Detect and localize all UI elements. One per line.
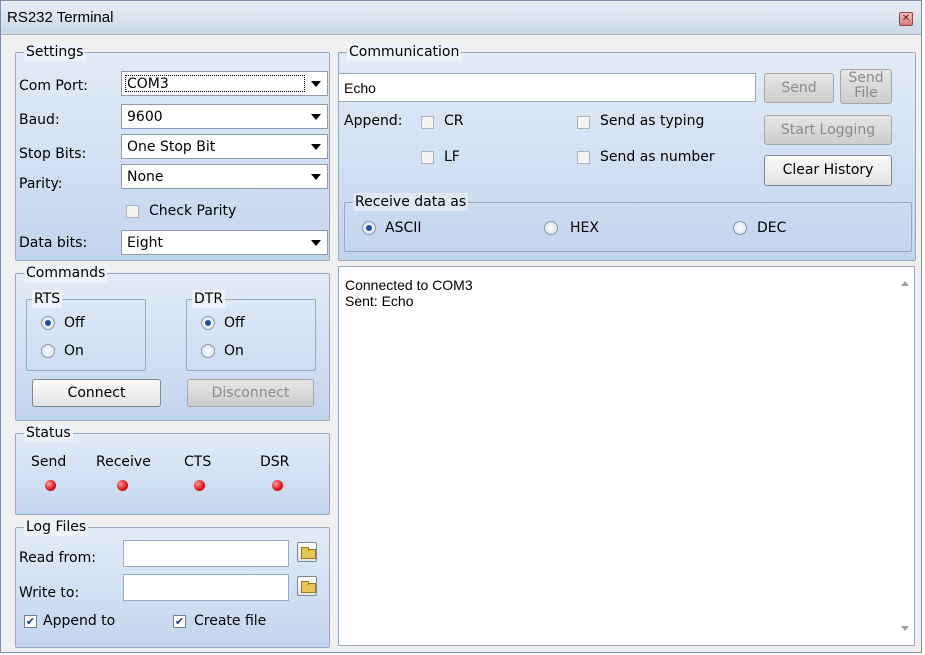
hex-label: HEX [570, 220, 599, 236]
rts-group-label: RTS [32, 290, 63, 308]
send-button[interactable]: Send [764, 73, 834, 103]
com-port-select[interactable]: COM3 [121, 71, 328, 96]
create-file-checkbox[interactable]: ✔ [173, 615, 186, 628]
rts-on-radio[interactable] [41, 344, 55, 358]
com-port-value: COM3 [127, 76, 169, 92]
dtr-on-label: On [224, 343, 244, 359]
communication-group-label: Communication [347, 43, 462, 61]
connect-button[interactable]: Connect [32, 379, 161, 407]
parity-label: Parity: [19, 176, 63, 192]
append-label: Append: [344, 113, 403, 129]
rts-on-label: On [64, 343, 84, 359]
send-file-label-line2: File [854, 85, 878, 101]
cts-led-icon [194, 480, 205, 491]
chevron-down-icon [311, 114, 321, 120]
stop-bits-select[interactable]: One Stop Bit [121, 134, 328, 159]
write-to-folder-icon[interactable] [297, 576, 317, 596]
com-port-label: Com Port: [19, 78, 88, 94]
data-bits-value: Eight [127, 235, 163, 251]
status-send-label: Send [31, 454, 67, 470]
dtr-on-radio[interactable] [201, 344, 215, 358]
dtr-off-label: Off [224, 315, 245, 331]
read-from-label: Read from: [19, 550, 96, 566]
message-input[interactable]: Echo [338, 73, 756, 102]
baud-label: Baud: [19, 112, 60, 128]
lf-checkbox[interactable] [421, 151, 434, 164]
lf-label: LF [444, 149, 460, 165]
scroll-up-icon[interactable] [901, 281, 909, 286]
clear-history-button[interactable]: Clear History [764, 155, 892, 186]
dtr-group-label: DTR [192, 290, 226, 308]
dec-radio[interactable] [733, 221, 747, 235]
chevron-down-icon [311, 144, 321, 150]
disconnect-button[interactable]: Disconnect [187, 379, 314, 407]
history-log[interactable]: Connected to COM3 Sent: Echo [338, 266, 915, 646]
log-files-group: Log Files Read from: Write to: ✔ Append … [15, 518, 330, 648]
chevron-down-icon [311, 81, 321, 87]
status-dsr-label: DSR [260, 454, 290, 470]
main-window: RS232 Terminal ✕ Settings Com Port: COM3… [0, 0, 922, 653]
vertical-scrollbar[interactable] [897, 267, 914, 645]
ascii-label: ASCII [385, 220, 422, 236]
window-title: RS232 Terminal [7, 9, 114, 26]
write-to-input[interactable] [123, 574, 289, 601]
baud-select[interactable]: 9600 [121, 104, 328, 129]
stop-bits-label: Stop Bits: [19, 146, 87, 162]
ascii-radio[interactable] [362, 221, 376, 235]
append-to-label: Append to [43, 613, 116, 629]
send-file-label-line1: Send [848, 70, 884, 86]
read-from-input[interactable] [123, 540, 289, 567]
receive-group: Receive data as ASCII HEX DEC [344, 193, 912, 252]
status-receive-label: Receive [96, 454, 151, 470]
stop-bits-value: One Stop Bit [127, 139, 216, 155]
send-as-typing-checkbox[interactable] [577, 116, 590, 129]
data-bits-select[interactable]: Eight [121, 230, 328, 255]
send-as-number-label: Send as number [600, 149, 715, 165]
send-led-icon [45, 480, 56, 491]
status-cts-label: CTS [184, 454, 212, 470]
cr-label: CR [444, 113, 464, 129]
status-group: Status Send Receive CTS DSR [15, 424, 330, 515]
log-files-group-label: Log Files [24, 518, 89, 536]
dtr-off-radio[interactable] [201, 316, 215, 330]
close-icon[interactable]: ✕ [899, 12, 913, 26]
settings-group-label: Settings [24, 43, 86, 61]
write-to-label: Write to: [19, 585, 80, 601]
send-as-number-checkbox[interactable] [577, 151, 590, 164]
history-line: Connected to COM3 [345, 277, 473, 293]
start-logging-button[interactable]: Start Logging [764, 115, 892, 145]
dsr-led-icon [272, 480, 283, 491]
chevron-down-icon [311, 174, 321, 180]
receive-led-icon [117, 480, 128, 491]
parity-value: None [127, 169, 164, 185]
send-as-typing-label: Send as typing [600, 113, 705, 129]
hex-radio[interactable] [544, 221, 558, 235]
message-input-value: Echo [344, 80, 376, 96]
check-parity-label: Check Parity [149, 203, 237, 219]
dec-label: DEC [757, 220, 787, 236]
receive-group-label: Receive data as [353, 193, 469, 211]
append-to-checkbox[interactable]: ✔ [24, 615, 37, 628]
rts-off-label: Off [64, 315, 85, 331]
create-file-label: Create file [194, 613, 267, 629]
rts-group: RTS Off On [26, 290, 146, 371]
status-group-label: Status [24, 424, 73, 442]
scroll-down-icon[interactable] [901, 626, 909, 631]
rts-off-radio[interactable] [41, 316, 55, 330]
baud-value: 9600 [127, 109, 163, 125]
commands-group-label: Commands [24, 264, 108, 282]
data-bits-label: Data bits: [19, 235, 88, 251]
cr-checkbox[interactable] [421, 116, 434, 129]
send-file-button[interactable]: Send File [840, 69, 892, 104]
commands-group: Commands RTS Off On DTR Off On Connect D… [15, 264, 330, 421]
chevron-down-icon [311, 240, 321, 246]
read-from-folder-icon[interactable] [297, 542, 317, 562]
dtr-group: DTR Off On [186, 290, 316, 371]
history-line: Sent: Echo [345, 293, 414, 309]
title-bar: RS232 Terminal ✕ [1, 1, 921, 35]
settings-group: Settings Com Port: COM3 Baud: 9600 Stop … [15, 43, 330, 261]
check-parity-checkbox[interactable] [126, 205, 139, 218]
parity-select[interactable]: None [121, 164, 328, 189]
